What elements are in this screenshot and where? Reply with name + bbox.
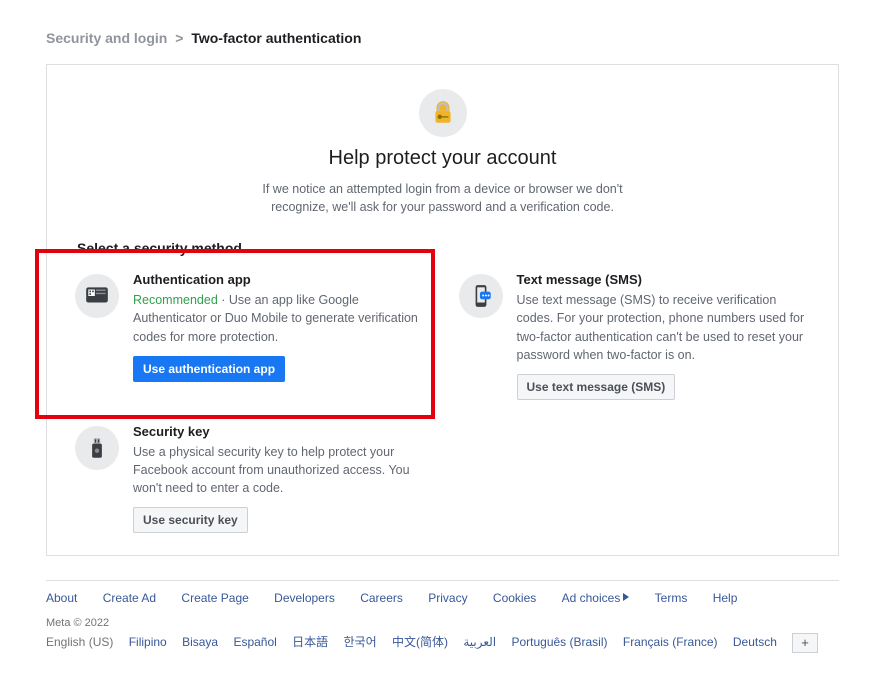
use-security-key-button[interactable]: Use security key [133,507,248,533]
method-sms: Text message (SMS) Use text message (SMS… [459,272,811,400]
lock-icon [419,89,467,137]
footer-link[interactable]: Cookies [493,591,536,605]
hero-title: Help protect your account [75,147,810,170]
breadcrumb: Security and login > Two-factor authenti… [46,30,839,46]
method-security-key: Security key Use a physical security key… [75,424,427,533]
language-link[interactable]: Português (Brasil) [511,635,607,649]
use-sms-button[interactable]: Use text message (SMS) [517,374,676,400]
breadcrumb-parent-link[interactable]: Security and login [46,30,167,46]
language-link[interactable]: Bisaya [182,635,218,649]
ad-choices-icon [623,593,629,601]
methods-grid: Authentication app Recommended · Use an … [75,272,810,533]
breadcrumb-separator: > [171,30,187,46]
auth-app-description: Recommended · Use an app like Google Aut… [133,291,427,345]
security-key-description: Use a physical security key to help prot… [133,443,427,497]
auth-app-title: Authentication app [133,272,427,287]
hero-section: Help protect your account If we notice a… [75,89,810,216]
usb-key-icon [75,426,119,470]
sms-description: Use text message (SMS) to receive verifi… [517,291,811,364]
two-factor-card: Help protect your account If we notice a… [46,64,839,556]
qr-icon [75,274,119,318]
footer-link[interactable]: Help [713,591,738,605]
add-language-button[interactable]: + [792,633,818,653]
language-link[interactable]: Deutsch [733,635,777,649]
language-link[interactable]: Français (France) [623,635,718,649]
breadcrumb-current: Two-factor authentication [191,30,361,46]
method-auth-app: Authentication app Recommended · Use an … [75,272,427,400]
copyright: Meta © 2022 [46,617,839,629]
language-link[interactable]: العربية [463,635,496,649]
sms-title: Text message (SMS) [517,272,811,287]
footer-link[interactable]: Developers [274,591,335,605]
phone-sms-icon [459,274,503,318]
footer-link[interactable]: Careers [360,591,403,605]
footer-link[interactable]: Privacy [428,591,467,605]
footer-links: About Create Ad Create Page Developers C… [46,591,839,605]
language-row: English (US) Filipino Bisaya Español 日本語… [46,633,839,653]
footer-link[interactable]: Terms [655,591,688,605]
footer-link[interactable]: About [46,591,77,605]
hero-subtitle: If we notice an attempted login from a d… [253,180,633,216]
section-title: Select a security method [77,240,810,256]
recommended-label: Recommended [133,293,218,307]
footer-divider [46,580,839,581]
security-key-title: Security key [133,424,427,439]
footer-link[interactable]: Create Page [181,591,248,605]
current-language: English (US) [46,635,113,649]
footer-link[interactable]: Create Ad [103,591,156,605]
use-auth-app-button[interactable]: Use authentication app [133,356,285,382]
language-link[interactable]: Español [233,635,276,649]
footer-link-ad-choices[interactable]: Ad choices [562,591,630,605]
language-link[interactable]: Filipino [129,635,167,649]
